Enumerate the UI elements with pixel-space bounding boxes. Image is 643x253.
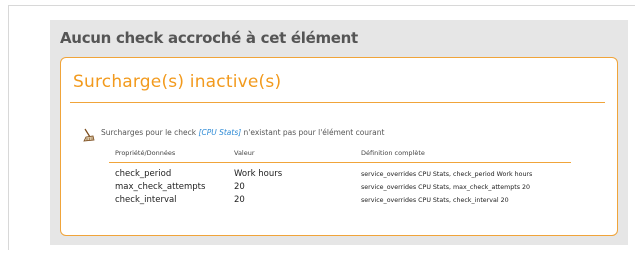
row-value: 20 [234,182,245,192]
row-property: check_interval [115,195,177,205]
panel-title: Aucun check accroché à cet élément [60,29,358,47]
page-frame: Aucun check accroché à cet élément Surch… [8,5,635,250]
row-property: check_period [115,169,172,179]
no-check-panel: Aucun check accroché à cet élément Surch… [50,20,628,245]
title-divider [70,102,605,103]
check-name-link[interactable]: [CPU Stats] [199,128,242,137]
overrides-info-text: Surcharges pour le check [CPU Stats] n'e… [101,128,384,137]
box-title: Surcharge(s) inactive(s) [73,72,282,92]
row-value: 20 [234,195,245,205]
info-prefix: Surcharges pour le check [101,128,199,137]
row-value: Work hours [234,169,283,179]
column-header-property: Propriété/Données [115,149,176,157]
row-definition: service_overrides CPU Stats, max_check_a… [361,184,531,191]
inactive-overrides-box: Surcharge(s) inactive(s) Surcharges pour… [60,57,618,236]
header-divider [109,162,571,163]
column-header-definition: Définition complète [361,149,425,157]
row-definition: service_overrides CPU Stats, check_perio… [361,171,533,178]
row-property: max_check_attempts [115,182,206,192]
info-suffix: n'existant pas pour l'élément courant [241,128,385,137]
column-header-value: Valeur [234,149,255,157]
row-definition: service_overrides CPU Stats, check_inter… [361,197,509,204]
broom-icon [83,128,95,142]
